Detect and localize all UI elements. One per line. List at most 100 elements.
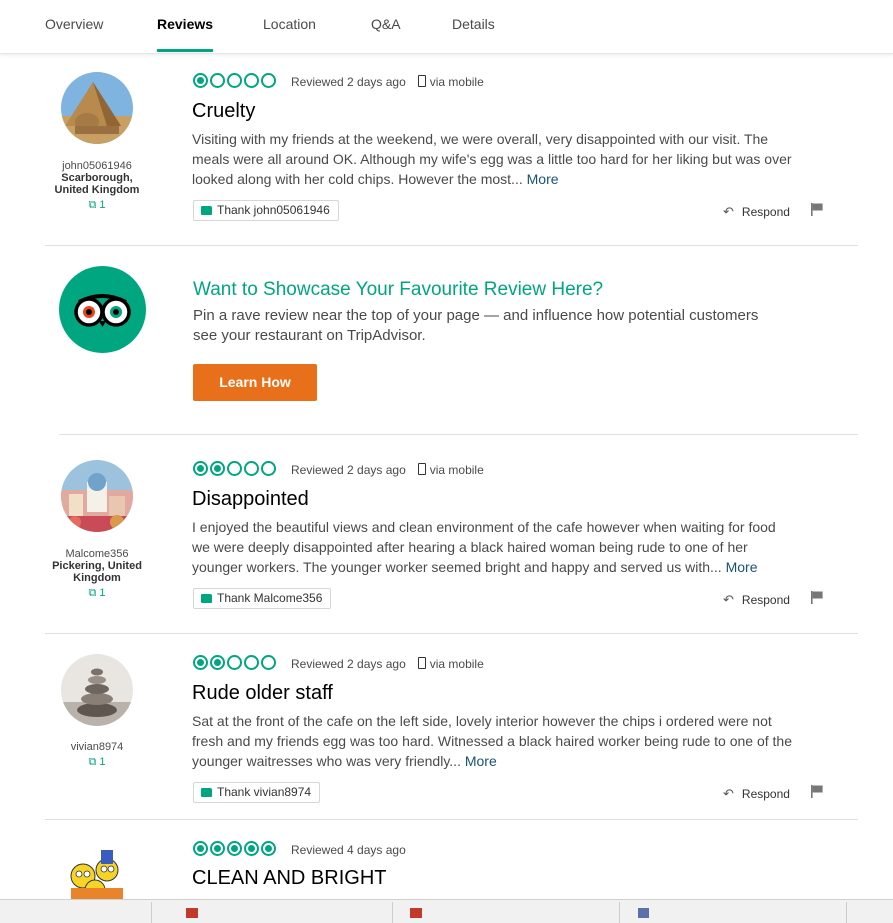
promo-title: Want to Showcase Your Favourite Review H… [193, 279, 604, 300]
rating-bubble-filled [193, 841, 208, 856]
rating-bubble-empty [227, 73, 242, 88]
mobile-icon [417, 657, 426, 669]
via-mobile: via mobile [429, 463, 484, 477]
review-title[interactable]: Disappointed [192, 488, 309, 511]
mobile-icon [417, 463, 426, 475]
rating-bubble-empty [244, 73, 259, 88]
tripadvisor-owl-logo [59, 266, 146, 353]
thank-button[interactable]: Thank john05061946 [193, 200, 339, 221]
rating-bubble-filled [244, 841, 259, 856]
review-body: I enjoyed the beautiful views and clean … [192, 519, 776, 575]
respond-button[interactable]: ↶ Respond [723, 786, 790, 802]
review-card: Malcome356 Pickering, United Kingdom ⧉ 1… [45, 443, 858, 634]
flag-icon[interactable] [811, 591, 823, 604]
username[interactable]: Malcome356 [45, 548, 149, 560]
review-card: john05061946 Scarborough, United Kingdom… [45, 55, 858, 246]
review-count-icon: ⧉ [88, 587, 100, 599]
tab-details[interactable]: Details [452, 16, 495, 32]
review-count-icon: ⧉ [88, 199, 100, 211]
tab-reviews[interactable]: Reviews [157, 16, 213, 32]
download-bar [0, 899, 893, 923]
pdf-file-icon [186, 908, 198, 918]
review-date: Reviewed 2 days ago [291, 463, 406, 477]
contribution-count[interactable]: ⧉ 1 [45, 587, 149, 600]
reply-arrow-icon: ↶ [723, 592, 734, 607]
thank-button[interactable]: Thank Malcome356 [193, 588, 332, 609]
promo-text: Pin a rave review near the top of your p… [193, 307, 759, 344]
thumbs-up-icon [201, 594, 212, 603]
via-mobile: via mobile [429, 657, 484, 671]
reply-arrow-icon: ↶ [723, 204, 734, 219]
avatar[interactable] [61, 654, 133, 726]
rating-bubble-empty [244, 461, 259, 476]
download-item[interactable] [0, 902, 152, 923]
rating-bubble-empty [261, 461, 276, 476]
review-date: Reviewed 4 days ago [291, 843, 406, 857]
review-title[interactable]: Cruelty [192, 100, 255, 123]
respond-button[interactable]: ↶ Respond [723, 592, 790, 608]
mobile-icon [417, 75, 426, 87]
town-avatar-image [61, 460, 133, 532]
download-item[interactable] [393, 902, 620, 923]
review-meta: Reviewed 2 days ago via mobile [291, 75, 484, 89]
thank-button[interactable]: Thank vivian8974 [193, 782, 321, 803]
contribution-count[interactable]: ⧉ 1 [45, 199, 149, 212]
active-tab-indicator [157, 49, 213, 52]
reply-arrow-icon: ↶ [723, 786, 734, 801]
member-location: Scarborough, United Kingdom [54, 172, 140, 196]
review-meta: Reviewed 4 days ago [291, 843, 406, 857]
promo-section: Want to Showcase Your Favourite Review H… [45, 246, 858, 434]
username[interactable]: vivian8974 [45, 741, 149, 753]
bubble-rating [193, 841, 276, 856]
thumbs-up-icon [201, 206, 212, 215]
flag-icon[interactable] [811, 203, 823, 216]
learn-how-button[interactable]: Learn How [193, 364, 317, 401]
rating-bubble-empty [244, 655, 259, 670]
document-file-icon [638, 908, 649, 918]
review-meta: Reviewed 2 days ago via mobile [291, 463, 484, 477]
stones-avatar-image [61, 654, 133, 726]
rating-bubble-empty [261, 655, 276, 670]
rating-bubble-filled [210, 655, 225, 670]
avatar[interactable] [61, 72, 133, 144]
review-body: Sat at the front of the cafe on the left… [192, 713, 793, 769]
more-link[interactable]: More [726, 559, 758, 575]
review-title[interactable]: Rude older staff [192, 682, 333, 705]
rating-bubble-empty [227, 461, 242, 476]
via-mobile: via mobile [429, 75, 484, 89]
username[interactable]: john05061946 [45, 160, 149, 172]
rating-bubble-filled [261, 841, 276, 856]
avatar[interactable] [61, 460, 133, 532]
rating-bubble-filled [193, 461, 208, 476]
review-meta: Reviewed 2 days ago via mobile [291, 657, 484, 671]
member-info: Malcome356 Pickering, United Kingdom ⧉ 1 [45, 548, 149, 600]
review-card: vivian8974 ⧉ 1 Reviewed 2 days ago via mo… [45, 634, 858, 820]
review-count-icon: ⧉ [88, 756, 100, 768]
download-item[interactable] [620, 902, 847, 923]
more-link[interactable]: More [465, 753, 497, 769]
review-title[interactable]: CLEAN AND BRIGHT [192, 867, 386, 890]
divider [59, 434, 858, 435]
pdf-file-icon [410, 908, 422, 918]
respond-button[interactable]: ↶ Respond [723, 204, 790, 220]
rating-bubble-empty [261, 73, 276, 88]
rating-bubble-empty [210, 73, 225, 88]
bubble-rating [193, 73, 276, 88]
more-link[interactable]: More [527, 171, 559, 187]
tab-location[interactable]: Location [263, 16, 316, 32]
tab-overview[interactable]: Overview [45, 16, 103, 32]
contribution-count[interactable]: ⧉ 1 [45, 756, 149, 769]
flag-icon[interactable] [811, 785, 823, 798]
member-info: vivian8974 ⧉ 1 [45, 741, 149, 769]
tab-qa[interactable]: Q&A [371, 16, 401, 32]
bubble-rating [193, 655, 276, 670]
rating-bubble-empty [227, 655, 242, 670]
bubble-rating [193, 461, 276, 476]
pyramid-avatar-image [61, 72, 133, 144]
review-body: Visiting with my friends at the weekend,… [192, 131, 792, 187]
member-location: Pickering, United Kingdom [52, 560, 142, 584]
review-date: Reviewed 2 days ago [291, 657, 406, 671]
rating-bubble-filled [193, 655, 208, 670]
rating-bubble-filled [227, 841, 242, 856]
thumbs-up-icon [201, 788, 212, 797]
